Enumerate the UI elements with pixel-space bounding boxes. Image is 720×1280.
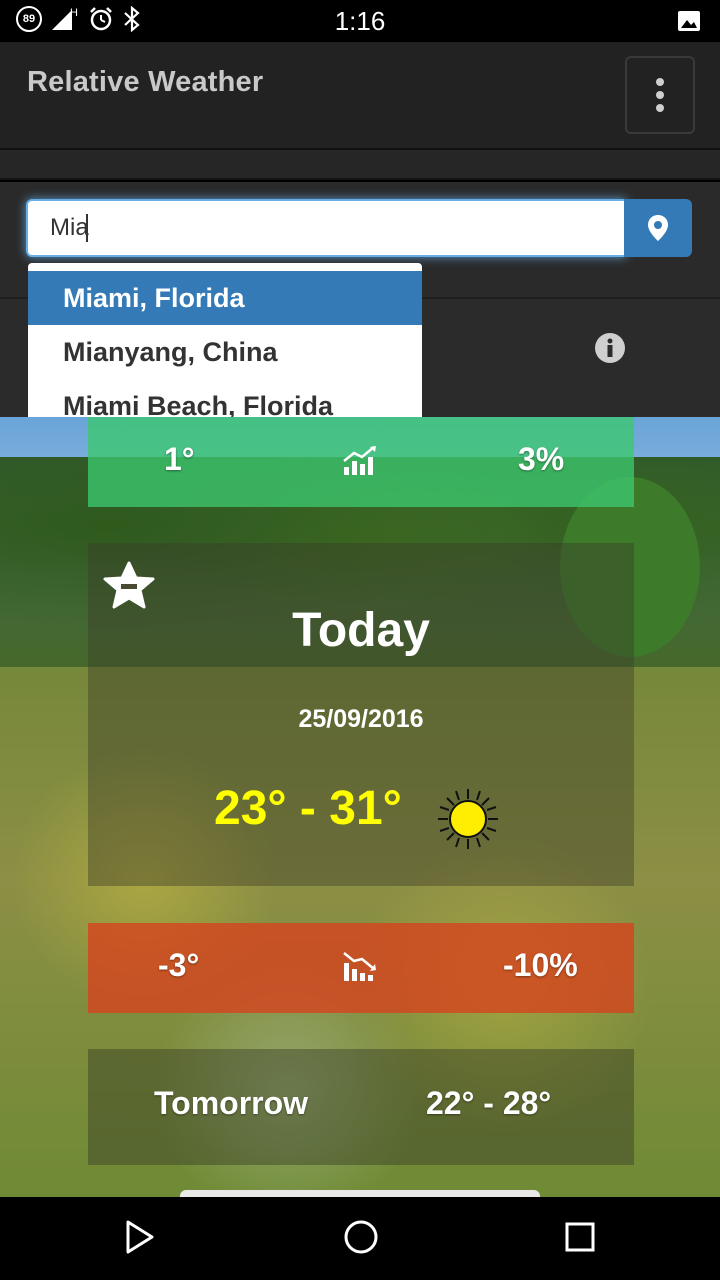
back-button[interactable] [122,1217,156,1262]
clock: 1:16 [334,6,386,36]
comparison-up-card: 1° 3% [88,417,634,507]
date-label: 25/09/2016 [298,705,424,733]
degree-change: 1° [164,441,195,477]
chart-up-icon [343,446,376,475]
temperature-range: 22° - 28° [426,1085,552,1121]
suggestion-item[interactable]: Miami Beach, Florida [28,379,422,417]
recents-button[interactable] [562,1217,598,1262]
today-card: Today 25/09/2016 23° - 31° [88,543,634,886]
locate-button[interactable] [624,199,692,257]
chart-down-icon [343,952,376,981]
status-bar: 89 H 1:16 [0,0,720,42]
sun-icon [438,789,498,849]
overflow-menu-button[interactable] [625,56,695,134]
system-nav-bar [0,1197,720,1280]
comparison-down-card: -3° -10% [88,923,634,1013]
autocomplete-dropdown: Miami, Florida Mianyang, China Miami Bea… [28,263,422,417]
back-icon [126,1220,154,1254]
app-bar: Relative Weather [0,42,720,150]
tomorrow-card[interactable]: Tomorrow 22° - 28° [88,1049,634,1165]
text-cursor [86,214,88,242]
image-notification-icon [676,8,702,39]
city-search-input[interactable] [26,199,626,257]
suggestion-item[interactable]: Miami, Florida [28,271,422,325]
suggestion-item[interactable]: Mianyang, China [28,325,422,379]
temperature-range: 23° - 31° [214,782,402,835]
more-vert-icon-dot [656,104,664,112]
recents-icon [565,1222,595,1252]
degree-change: -3° [158,947,200,983]
home-button[interactable] [342,1217,380,1262]
toolbar-divider [0,150,720,180]
map-marker-icon [648,215,668,241]
percent-change: 3% [518,441,565,477]
more-vert-icon-dot [656,91,664,99]
info-icon[interactable] [594,332,626,369]
more-vert-icon [656,78,664,86]
day-title: Today [292,604,430,657]
day-title: Tomorrow [154,1085,309,1121]
percent-change: -10% [503,947,578,983]
app-title: Relative Weather [27,66,264,98]
home-icon [344,1220,378,1254]
